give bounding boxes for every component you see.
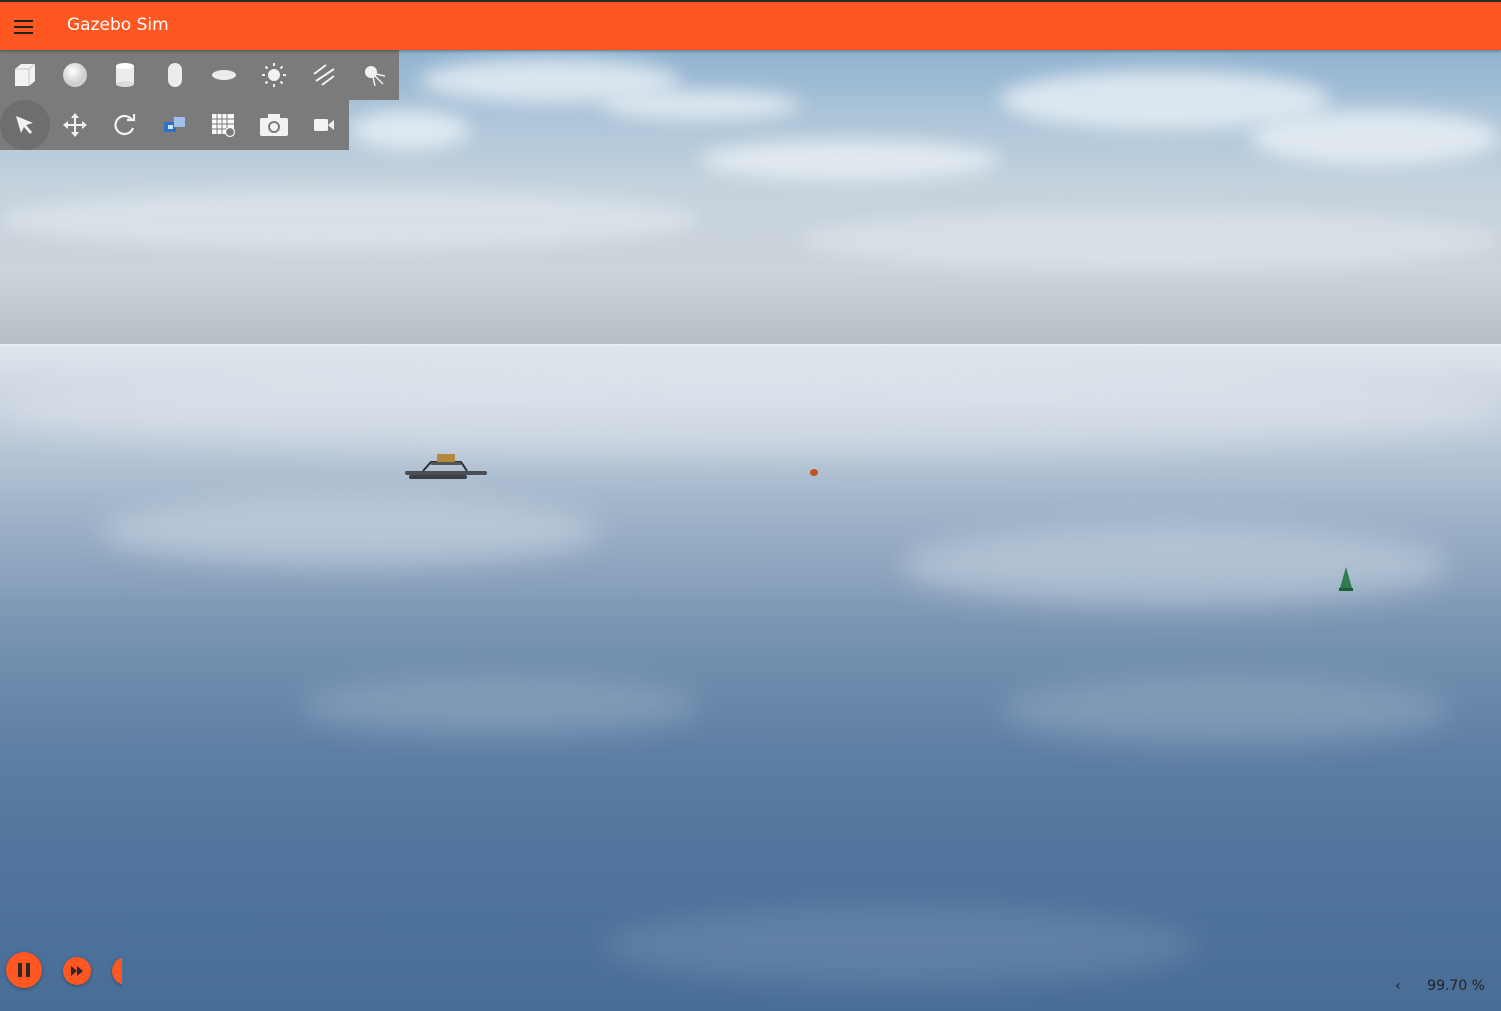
cylinder-icon[interactable] <box>100 50 150 100</box>
scene-3d-viewport[interactable] <box>0 50 1501 1011</box>
transform-toolbar <box>0 100 349 150</box>
rotate-icon[interactable] <box>100 100 150 150</box>
fast-forward-icon[interactable] <box>63 957 91 985</box>
hamburger-menu-icon[interactable] <box>8 10 40 42</box>
green-buoy[interactable] <box>1338 566 1354 592</box>
spot-light-icon[interactable] <box>349 50 399 100</box>
app-title: Gazebo Sim <box>67 15 169 35</box>
box-icon[interactable] <box>0 50 50 100</box>
capsule-icon[interactable] <box>150 50 200 100</box>
point-light-icon[interactable] <box>249 50 299 100</box>
title-bar: Gazebo Sim <box>0 0 1501 50</box>
snap-icon[interactable] <box>150 100 200 150</box>
select-arrow-icon[interactable] <box>0 100 50 150</box>
camera-icon[interactable] <box>249 100 299 150</box>
real-time-factor: ‹ 99.70 % <box>1395 978 1485 994</box>
boat-model[interactable] <box>403 452 491 482</box>
translate-icon[interactable] <box>50 100 100 150</box>
shapes-toolbar <box>0 50 399 100</box>
ellipsoid-icon[interactable] <box>200 50 250 100</box>
playback-controls <box>0 944 122 996</box>
pause-icon[interactable] <box>6 952 42 988</box>
grid-config-icon[interactable] <box>199 100 249 150</box>
directional-light-icon[interactable] <box>299 50 349 100</box>
video-icon[interactable] <box>299 100 349 150</box>
water-surface <box>0 346 1501 1011</box>
real-time-factor-value: 99.70 % <box>1427 978 1485 994</box>
sphere-icon[interactable] <box>50 50 100 100</box>
red-buoy[interactable] <box>810 469 818 476</box>
step-button[interactable] <box>112 957 122 985</box>
collapse-stats-icon[interactable]: ‹ <box>1395 978 1401 994</box>
